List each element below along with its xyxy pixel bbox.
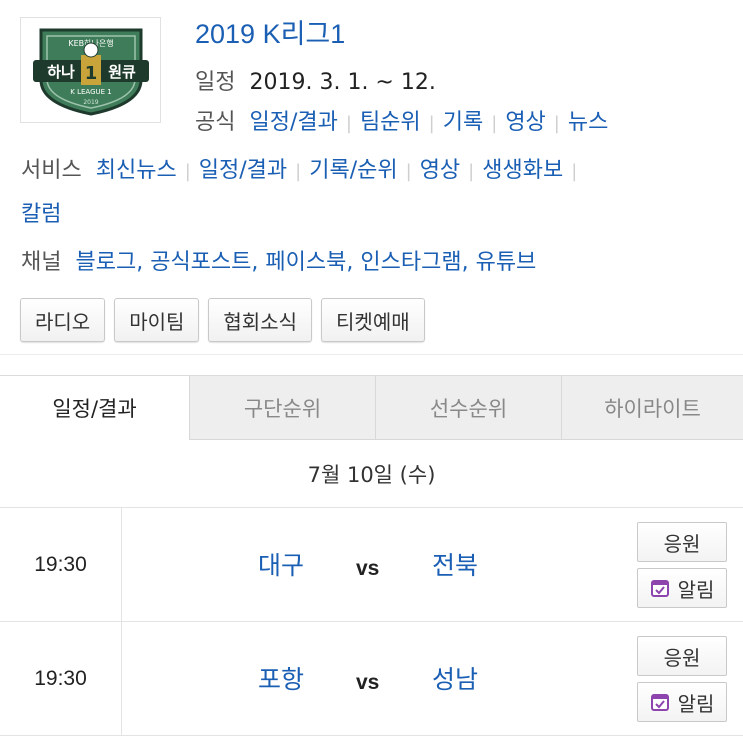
official-link-video[interactable]: 영상 [505,110,545,135]
channel-links: 채널 블로그, 공식포스트, 페이스북, 인스타그램, 유튜브 [21,244,536,276]
separator: | [428,113,435,134]
official-link-schedule[interactable]: 일정/결과 [249,110,337,135]
channel-label: 채널 [21,250,62,275]
k-league-emblem-icon: KEB하나은행 하나 1 원큐 K LEAGUE 1 2019 [32,28,149,116]
service-link-records-rank[interactable]: 기록/순위 [309,158,397,183]
service-link-latest-news[interactable]: 최신뉴스 [96,158,177,183]
official-label: 공식 [195,110,236,135]
channel-link-blog[interactable]: 블로그, [75,250,143,275]
svg-text:원큐: 원큐 [108,63,136,81]
separator: | [491,113,498,134]
calendar-check-icon [650,580,669,597]
myteam-button[interactable]: 마이팀 [114,298,200,342]
official-link-records[interactable]: 기록 [443,110,483,135]
separator: | [345,113,352,134]
match-time: 19:30 [0,508,122,621]
alarm-label: 알림 [677,691,715,716]
separator: | [571,161,578,182]
ticket-button[interactable]: 티켓예매 [321,298,425,342]
quick-buttons: 라디오 마이팀 협회소식 티켓예매 [20,298,425,342]
away-team[interactable]: 성남 [432,660,478,696]
svg-text:1: 1 [84,63,97,84]
vs-label: vs [356,671,380,694]
schedule-value: 2019. 3. 1. ~ 12. [249,70,436,95]
alarm-button[interactable]: 알림 [637,682,727,722]
channel-link-instagram[interactable]: 인스타그램, [360,250,468,275]
separator: | [295,161,302,182]
league-logo[interactable]: KEB하나은행 하나 1 원큐 K LEAGUE 1 2019 [20,17,161,123]
home-team[interactable]: 포항 [258,660,304,696]
match-row: 19:30 포항 vs 성남 응원 알림 [0,622,743,736]
service-link-column[interactable]: 칼럼 [21,202,61,227]
tab-bar: 일정/결과 구단순위 선수순위 하이라이트 [0,375,743,440]
away-team[interactable]: 전북 [432,546,478,582]
tab-schedule-results[interactable]: 일정/결과 [0,376,189,440]
tab-highlights[interactable]: 하이라이트 [561,376,743,440]
page-title[interactable]: 2019 K리그1 [195,12,345,51]
match-time: 19:30 [0,622,122,735]
radio-button[interactable]: 라디오 [20,298,106,342]
service-links-line2: 칼럼 [21,196,61,228]
separator: | [468,161,475,182]
separator: | [184,161,191,182]
service-links: 서비스 최신뉴스 | 일정/결과 | 기록/순위 | 영상 | 생생화보 | [21,152,585,184]
vs-label: vs [356,557,380,580]
official-link-team-rank[interactable]: 팀순위 [360,110,421,135]
schedule-info: 일정 2019. 3. 1. ~ 12. [195,64,436,96]
alarm-button[interactable]: 알림 [637,568,727,608]
cheer-button[interactable]: 응원 [637,636,727,676]
schedule-label: 일정 [195,70,236,95]
association-news-button[interactable]: 협회소식 [208,298,313,342]
official-links: 공식 일정/결과 | 팀순위 | 기록 | 영상 | 뉴스 [195,104,608,136]
channel-link-post[interactable]: 공식포스트, [150,250,258,275]
tab-club-rank[interactable]: 구단순위 [189,376,375,440]
section-divider [0,354,743,375]
svg-text:하나: 하나 [47,63,75,81]
cheer-button[interactable]: 응원 [637,522,727,562]
official-link-news[interactable]: 뉴스 [568,110,608,135]
match-row: 19:30 대구 vs 전북 응원 알림 [0,508,743,622]
service-link-schedule[interactable]: 일정/결과 [199,158,287,183]
calendar-check-icon [650,694,669,711]
alarm-label: 알림 [677,577,715,602]
service-label: 서비스 [21,158,82,183]
match-date: 7월 10일 (수) [0,440,743,508]
channel-link-youtube[interactable]: 유튜브 [476,250,537,275]
service-link-photos[interactable]: 생생화보 [482,158,563,183]
home-team[interactable]: 대구 [258,546,304,582]
tab-player-rank[interactable]: 선수순위 [375,376,561,440]
channel-link-facebook[interactable]: 페이스북, [265,250,353,275]
separator: | [553,113,560,134]
svg-text:2019: 2019 [83,99,98,106]
service-link-video[interactable]: 영상 [420,158,460,183]
svg-text:K LEAGUE 1: K LEAGUE 1 [70,88,111,96]
separator: | [405,161,412,182]
